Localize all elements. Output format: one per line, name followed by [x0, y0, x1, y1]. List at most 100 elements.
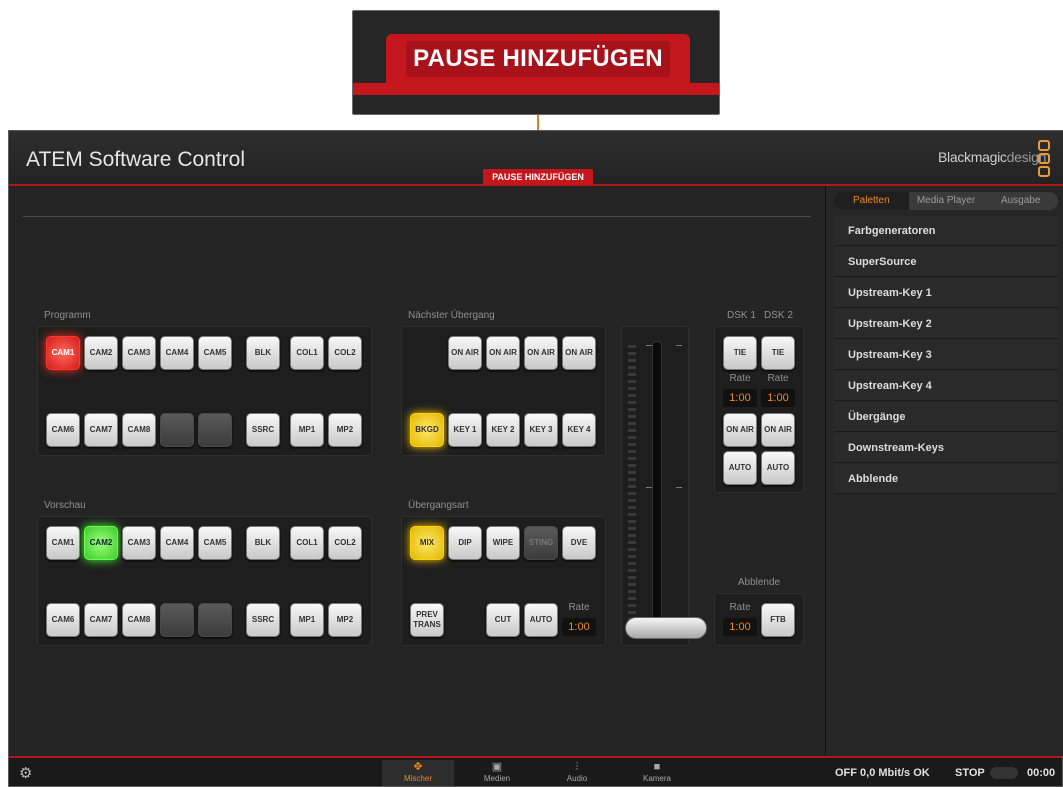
dsk2-label: DSK 2	[764, 310, 793, 321]
palette-item-farbgeneratoren[interactable]: Farbgeneratoren	[834, 216, 1058, 246]
dsk2-auto-button[interactable]: AUTO	[761, 451, 795, 485]
preview-blk-button[interactable]: BLK	[246, 526, 280, 560]
logo-bold: Blackmagic	[938, 149, 1007, 165]
program-cam3-button[interactable]: CAM3	[122, 336, 156, 370]
palette-item-upstream-key-4[interactable]: Upstream-Key 4	[834, 371, 1058, 401]
next-key-2-button[interactable]: KEY 2	[486, 413, 520, 447]
pause-badge[interactable]: PAUSE HINZUFÜGEN	[483, 169, 593, 185]
audio-faders-icon: ⫶	[575, 761, 579, 773]
camera-icon: ■	[653, 761, 661, 773]
dsk1-rate-value[interactable]: 1:00	[723, 389, 757, 407]
program-label: Programm	[44, 310, 91, 321]
nav-kamera[interactable]: ■ Kamera	[621, 760, 693, 786]
record-toggle[interactable]	[990, 767, 1018, 779]
program-mp1-button[interactable]: MP1	[290, 413, 324, 447]
tbar-scale-left	[628, 345, 636, 625]
tab-media-player[interactable]: Media Player	[909, 192, 984, 210]
preview-cam1-button[interactable]: CAM1	[46, 526, 80, 560]
palette-item-abblende[interactable]: Abblende	[834, 464, 1058, 494]
tbar-handle[interactable]	[625, 617, 707, 639]
program-ssrc-button[interactable]: SSRC	[246, 413, 280, 447]
program-col2-button[interactable]: COL2	[328, 336, 362, 370]
tab-ausgabe[interactable]: Ausgabe	[983, 192, 1058, 210]
preview-col2-button[interactable]: COL2	[328, 526, 362, 560]
program-cam1-button[interactable]: CAM1	[46, 336, 80, 370]
next-on-air-button[interactable]: ON AIR	[486, 336, 520, 370]
settings-gear-icon[interactable]: ⚙	[19, 764, 32, 782]
media-icon: ▣	[491, 761, 503, 773]
transition-rate-value[interactable]: 1:00	[562, 618, 596, 636]
preview-cam8-button[interactable]: CAM8	[122, 603, 156, 637]
preview-mp2-button[interactable]: MP2	[328, 603, 362, 637]
program-panel: CAM1 CAM2 CAM3 CAM4 CAM5 BLK COL1 COL2 CAM6 CAM7…	[37, 326, 372, 456]
program-blk-button[interactable]: BLK	[246, 336, 280, 370]
dsk2-on-air-button[interactable]: ON AIR	[761, 413, 795, 447]
next-on-air-button[interactable]: ON AIR	[448, 336, 482, 370]
style-sting-button[interactable]: STING	[524, 526, 558, 560]
dsk1-auto-button[interactable]: AUTO	[723, 451, 757, 485]
program-cam4-button[interactable]: CAM4	[160, 336, 194, 370]
program-empty-button[interactable]	[160, 413, 194, 447]
title-bar: ATEM Software Control PAUSE HINZUFÜGEN B…	[9, 131, 1063, 186]
palette-item-upstream-key-1[interactable]: Upstream-Key 1	[834, 278, 1058, 308]
preview-mp1-button[interactable]: MP1	[290, 603, 324, 637]
palette-item-downstream-keys[interactable]: Downstream-Keys	[834, 433, 1058, 463]
palette-item-upstream-key-3[interactable]: Upstream-Key 3	[834, 340, 1058, 370]
palette-item-supersource[interactable]: SuperSource	[834, 247, 1058, 277]
sidebar-tabs: Paletten Media Player Ausgabe	[834, 192, 1058, 210]
preview-cam3-button[interactable]: CAM3	[122, 526, 156, 560]
preview-cam6-button[interactable]: CAM6	[46, 603, 80, 637]
preview-cam5-button[interactable]: CAM5	[198, 526, 232, 560]
auto-button[interactable]: AUTO	[524, 603, 558, 637]
prev-trans-button[interactable]: PREV TRANS	[410, 603, 444, 637]
dsk2-rate-value[interactable]: 1:00	[761, 389, 795, 407]
next-key-1-button[interactable]: KEY 1	[448, 413, 482, 447]
program-cam8-button[interactable]: CAM8	[122, 413, 156, 447]
next-transition-panel: ON AIR ON AIR ON AIR ON AIR BKGD KEY 1 KEY 2 KE…	[401, 326, 606, 456]
ftb-rate-value[interactable]: 1:00	[723, 618, 757, 636]
program-col1-button[interactable]: COL1	[290, 336, 324, 370]
style-wipe-button[interactable]: WIPE	[486, 526, 520, 560]
preview-empty-button[interactable]	[160, 603, 194, 637]
transition-style-label: Übergangsart	[408, 500, 469, 511]
ftb-button[interactable]: FTB	[761, 603, 795, 637]
ftb-panel: Rate 1:00 FTB	[714, 593, 804, 646]
preview-empty-button[interactable]	[198, 603, 232, 637]
style-mix-button[interactable]: MIX	[410, 526, 444, 560]
next-bkgd-button[interactable]: BKGD	[410, 413, 444, 447]
dsk1-tie-button[interactable]: TIE	[723, 336, 757, 370]
style-dve-button[interactable]: DVE	[562, 526, 596, 560]
callout-pause-label: PAUSE HINZUFÜGEN	[406, 41, 670, 77]
dsk1-on-air-button[interactable]: ON AIR	[723, 413, 757, 447]
preview-cam2-button[interactable]: CAM2	[84, 526, 118, 560]
next-on-air-button[interactable]: ON AIR	[524, 336, 558, 370]
stop-label[interactable]: STOP	[955, 767, 985, 779]
dsk-panel: TIE TIE Rate Rate 1:00 1:00 ON AIR ON AI…	[714, 326, 804, 493]
dsk2-tie-button[interactable]: TIE	[761, 336, 795, 370]
preview-cam7-button[interactable]: CAM7	[84, 603, 118, 637]
program-mp2-button[interactable]: MP2	[328, 413, 362, 447]
program-cam7-button[interactable]: CAM7	[84, 413, 118, 447]
next-on-air-button[interactable]: ON AIR	[562, 336, 596, 370]
palette-item-berg-nge[interactable]: Übergänge	[834, 402, 1058, 432]
next-key-3-button[interactable]: KEY 3	[524, 413, 558, 447]
nav-audio[interactable]: ⫶ Audio	[541, 760, 613, 786]
tab-paletten[interactable]: Paletten	[834, 192, 909, 210]
preview-col1-button[interactable]: COL1	[290, 526, 324, 560]
blackmagic-logo: Blackmagicdesign	[938, 149, 1046, 165]
next-transition-label: Nächster Übergang	[408, 310, 495, 321]
program-cam5-button[interactable]: CAM5	[198, 336, 232, 370]
program-cam6-button[interactable]: CAM6	[46, 413, 80, 447]
preview-ssrc-button[interactable]: SSRC	[246, 603, 280, 637]
program-cam2-button[interactable]: CAM2	[84, 336, 118, 370]
nav-medien[interactable]: ▣ Medien	[461, 760, 533, 786]
callout-badge-frame: PAUSE HINZUFÜGEN	[386, 34, 690, 95]
next-key-4-button[interactable]: KEY 4	[562, 413, 596, 447]
style-dip-button[interactable]: DIP	[448, 526, 482, 560]
dsk1-label: DSK 1	[727, 310, 756, 321]
preview-cam4-button[interactable]: CAM4	[160, 526, 194, 560]
program-empty-button[interactable]	[198, 413, 232, 447]
palette-item-upstream-key-2[interactable]: Upstream-Key 2	[834, 309, 1058, 339]
nav-mischer[interactable]: ✥ Mischer	[382, 760, 454, 786]
cut-button[interactable]: CUT	[486, 603, 520, 637]
